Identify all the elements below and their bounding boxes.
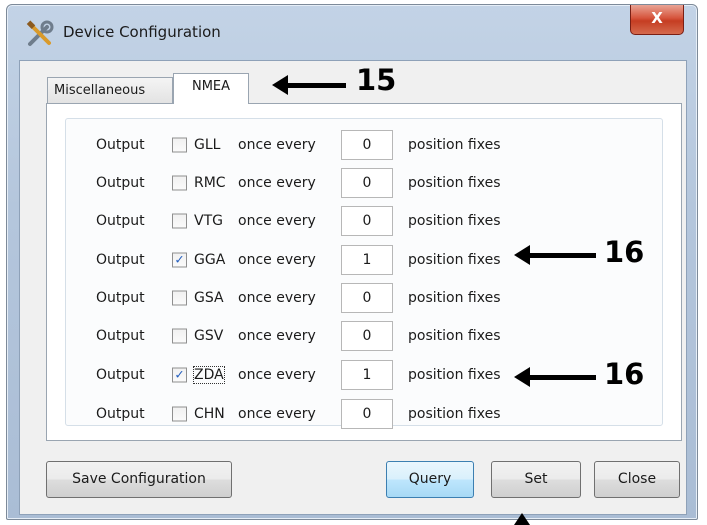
sentence-label[interactable]: CHN xyxy=(194,406,225,422)
output-label: Output xyxy=(96,406,145,422)
output-label: Output xyxy=(96,290,145,306)
position-fixes-label: position fixes xyxy=(408,328,501,344)
nmea-row-gga: Output ✓ GGA once every 1 position fixes xyxy=(66,241,662,279)
callout-arrow-gga xyxy=(514,245,596,265)
gsa-checkbox[interactable] xyxy=(172,290,187,306)
chn-checkbox[interactable] xyxy=(172,406,187,422)
output-label: Output xyxy=(96,367,145,383)
once-every-label: once every xyxy=(238,367,316,383)
gga-checkbox[interactable]: ✓ xyxy=(172,252,187,268)
position-fixes-label: position fixes xyxy=(408,137,501,153)
save-configuration-button[interactable]: Save Configuration xyxy=(46,461,232,498)
vtg-interval-input[interactable]: 0 xyxy=(341,206,393,236)
nmea-row-gsa: Output GSA once every 0 position fixes xyxy=(66,279,662,317)
window-title: Device Configuration xyxy=(63,23,221,41)
output-label: Output xyxy=(96,252,145,268)
output-label: Output xyxy=(96,175,145,191)
callout-arrow-zda xyxy=(514,367,596,387)
position-fixes-label: position fixes xyxy=(408,213,501,229)
position-fixes-label: position fixes xyxy=(408,406,501,422)
once-every-label: once every xyxy=(238,137,316,153)
gsa-interval-input[interactable]: 0 xyxy=(341,283,393,313)
set-button[interactable]: Set xyxy=(491,461,581,498)
callout-label-tab: 15 xyxy=(356,63,397,97)
sentence-label[interactable]: VTG xyxy=(194,213,223,229)
output-label: Output xyxy=(96,213,145,229)
position-fixes-label: position fixes xyxy=(408,290,501,306)
once-every-label: once every xyxy=(238,213,316,229)
gsv-checkbox[interactable] xyxy=(172,328,187,344)
output-label: Output xyxy=(96,137,145,153)
chn-interval-input[interactable]: 0 xyxy=(341,399,393,429)
nmea-row-rmc: Output RMC once every 0 position fixes xyxy=(66,164,662,202)
nmea-row-gsv: Output GSV once every 0 position fixes xyxy=(66,317,662,355)
nmea-row-gll: Output GLL once every 0 position fixes xyxy=(66,126,662,164)
position-fixes-label: position fixes xyxy=(408,252,501,268)
sentence-label[interactable]: GGA xyxy=(194,252,225,268)
dialog-body: Miscellaneous NMEA Output GLL once every 0 p… xyxy=(19,60,687,515)
sentence-label[interactable]: GSV xyxy=(194,328,223,344)
device-configuration-window: Device Configuration X Miscellaneous NME… xyxy=(6,4,698,520)
vtg-checkbox[interactable] xyxy=(172,213,187,229)
once-every-label: once every xyxy=(238,328,316,344)
position-fixes-label: position fixes xyxy=(408,367,501,383)
nmea-row-vtg: Output VTG once every 0 position fixes xyxy=(66,202,662,240)
zda-checkbox[interactable]: ✓ xyxy=(172,367,187,383)
sentence-label[interactable]: GLL xyxy=(194,137,220,153)
tools-icon xyxy=(26,20,54,46)
rmc-checkbox[interactable] xyxy=(172,175,187,191)
once-every-label: once every xyxy=(238,252,316,268)
window-close-button[interactable]: X xyxy=(630,5,684,35)
nmea-row-chn: Output CHN once every 0 position fixes xyxy=(66,395,662,433)
gga-interval-input[interactable]: 1 xyxy=(341,245,393,275)
position-fixes-label: position fixes xyxy=(408,175,501,191)
sentence-label[interactable]: ZDA xyxy=(193,366,225,384)
tab-nmea[interactable]: NMEA xyxy=(173,73,249,104)
once-every-label: once every xyxy=(238,406,316,422)
gll-interval-input[interactable]: 0 xyxy=(341,130,393,160)
tab-miscellaneous[interactable]: Miscellaneous xyxy=(47,77,173,103)
sentence-label[interactable]: RMC xyxy=(194,175,226,191)
query-button[interactable]: Query xyxy=(386,461,474,498)
sentence-label[interactable]: GSA xyxy=(194,290,224,306)
once-every-label: once every xyxy=(238,290,316,306)
close-button[interactable]: Close xyxy=(594,461,680,498)
output-label: Output xyxy=(96,328,145,344)
callout-arrow-tab xyxy=(272,75,346,95)
once-every-label: once every xyxy=(238,175,316,191)
nmea-tab-panel: Output GLL once every 0 position fixes Output… xyxy=(46,103,682,441)
gsv-interval-input[interactable]: 0 xyxy=(341,321,393,351)
callout-label-gga: 16 xyxy=(604,235,645,269)
callout-label-zda: 16 xyxy=(604,357,645,391)
zda-interval-input[interactable]: 1 xyxy=(341,360,393,390)
gll-checkbox[interactable] xyxy=(172,137,187,153)
title-bar[interactable]: Device Configuration X xyxy=(7,5,697,57)
rmc-interval-input[interactable]: 0 xyxy=(341,168,393,198)
